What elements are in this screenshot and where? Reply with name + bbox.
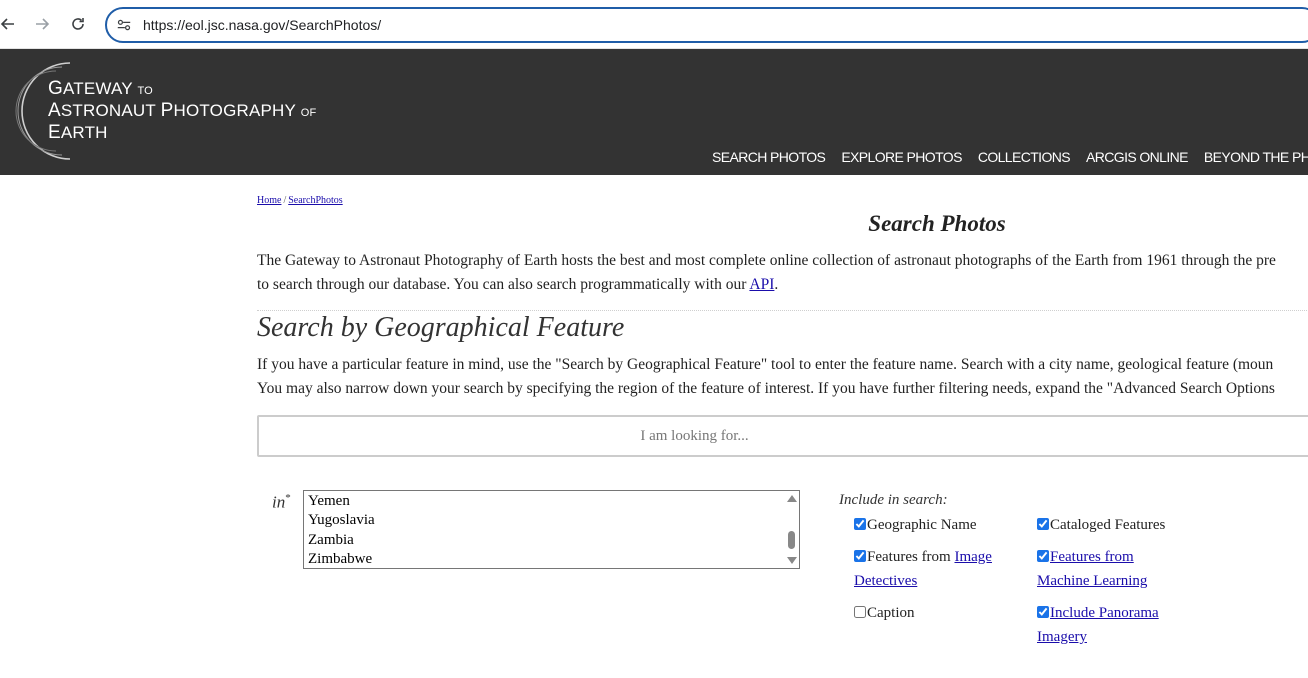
- region-scrollbar[interactable]: [784, 491, 799, 568]
- image-detectives-link[interactable]: Image: [954, 549, 991, 565]
- arrow-left-icon: [0, 18, 14, 30]
- main-nav: SEARCH PHOTOS EXPLORE PHOTOS COLLECTIONS…: [704, 149, 1308, 165]
- region-listbox[interactable]: Yemen Yugoslavia Zambia Zimbabwe: [303, 490, 800, 569]
- panorama-link-continued[interactable]: Imagery: [1037, 629, 1087, 645]
- back-button[interactable]: [0, 12, 20, 36]
- reload-button[interactable]: [66, 12, 90, 36]
- machine-learning-checkbox[interactable]: [1037, 550, 1049, 562]
- page-title: Search Photos: [868, 211, 1006, 236]
- site-logo[interactable]: GATEWAY TO ASTRONAUT PHOTOGRAPHY OF EART…: [48, 79, 316, 143]
- reload-icon: [72, 18, 84, 30]
- machine-learning-link[interactable]: Features from: [1050, 549, 1134, 565]
- browser-toolbar: https://eol.jsc.nasa.gov/SearchPhotos/: [0, 0, 1308, 49]
- address-bar[interactable]: https://eol.jsc.nasa.gov/SearchPhotos/: [105, 7, 1308, 43]
- option-panorama: Include Panorama Imagery: [1037, 601, 1159, 649]
- nav-collections[interactable]: COLLECTIONS: [970, 149, 1078, 165]
- geographic-name-checkbox[interactable]: [854, 518, 866, 530]
- machine-learning-link-continued[interactable]: Machine Learning: [1037, 573, 1147, 589]
- section-divider: [257, 310, 1308, 311]
- site-header: GATEWAY TO ASTRONAUT PHOTOGRAPHY OF EART…: [0, 49, 1308, 175]
- option-geographic-name: Geographic Name: [854, 513, 977, 537]
- image-detectives-link-continued[interactable]: Detectives: [854, 573, 917, 589]
- scroll-up-arrow-icon[interactable]: [787, 495, 797, 502]
- breadcrumb: Home / SearchPhotos: [257, 195, 343, 206]
- region-option-zimbabwe[interactable]: Zimbabwe: [304, 550, 375, 568]
- nav-arcgis-online[interactable]: ARCGIS ONLINE: [1078, 149, 1196, 165]
- region-option-yemen[interactable]: Yemen: [304, 492, 375, 511]
- breadcrumb-current-link[interactable]: SearchPhotos: [288, 195, 342, 206]
- option-image-detectives: Features from Image Detectives: [854, 549, 992, 589]
- breadcrumb-home-link[interactable]: Home: [257, 195, 281, 206]
- intro-line-2: to search through our database. You can …: [257, 276, 779, 293]
- option-machine-learning: Features from Machine Learning: [1037, 545, 1147, 593]
- region-option-yugoslavia[interactable]: Yugoslavia: [304, 511, 375, 530]
- feature-search-input[interactable]: [259, 417, 1308, 455]
- panorama-checkbox[interactable]: [1037, 606, 1049, 618]
- arrow-right-icon: [36, 18, 50, 30]
- include-in-search-label: Include in search:: [839, 492, 948, 508]
- geo-section-title: Search by Geographical Feature: [257, 312, 625, 343]
- geo-desc-line-2: You may also narrow down your search by …: [257, 380, 1275, 397]
- nav-beyond-the-photograph[interactable]: BEYOND THE PHOTOGR: [1196, 149, 1308, 165]
- option-caption: Caption: [854, 601, 915, 625]
- forward-button[interactable]: [30, 12, 54, 36]
- caption-checkbox[interactable]: [854, 606, 866, 618]
- intro-line-1: The Gateway to Astronaut Photography of …: [257, 252, 1276, 269]
- geo-section-description: If you have a particular feature in mind…: [257, 353, 1308, 401]
- region-option-zambia[interactable]: Zambia: [304, 531, 375, 550]
- site-settings-icon[interactable]: [115, 16, 133, 34]
- panorama-link[interactable]: Include Panorama: [1050, 605, 1159, 621]
- image-detectives-checkbox[interactable]: [854, 550, 866, 562]
- feature-search-box[interactable]: [257, 415, 1308, 457]
- intro-text: The Gateway to Astronaut Photography of …: [257, 249, 1308, 297]
- nav-explore-photos[interactable]: EXPLORE PHOTOS: [833, 149, 970, 165]
- geo-desc-line-1: If you have a particular feature in mind…: [257, 356, 1274, 373]
- cataloged-features-checkbox[interactable]: [1037, 518, 1049, 530]
- nav-search-photos[interactable]: SEARCH PHOTOS: [704, 149, 833, 165]
- url-text[interactable]: https://eol.jsc.nasa.gov/SearchPhotos/: [143, 17, 381, 33]
- option-cataloged-features: Cataloged Features: [1037, 513, 1165, 537]
- scroll-down-arrow-icon[interactable]: [787, 557, 797, 564]
- region-label: in*: [272, 492, 291, 512]
- scrollbar-thumb[interactable]: [788, 531, 795, 549]
- api-link[interactable]: API: [749, 276, 774, 293]
